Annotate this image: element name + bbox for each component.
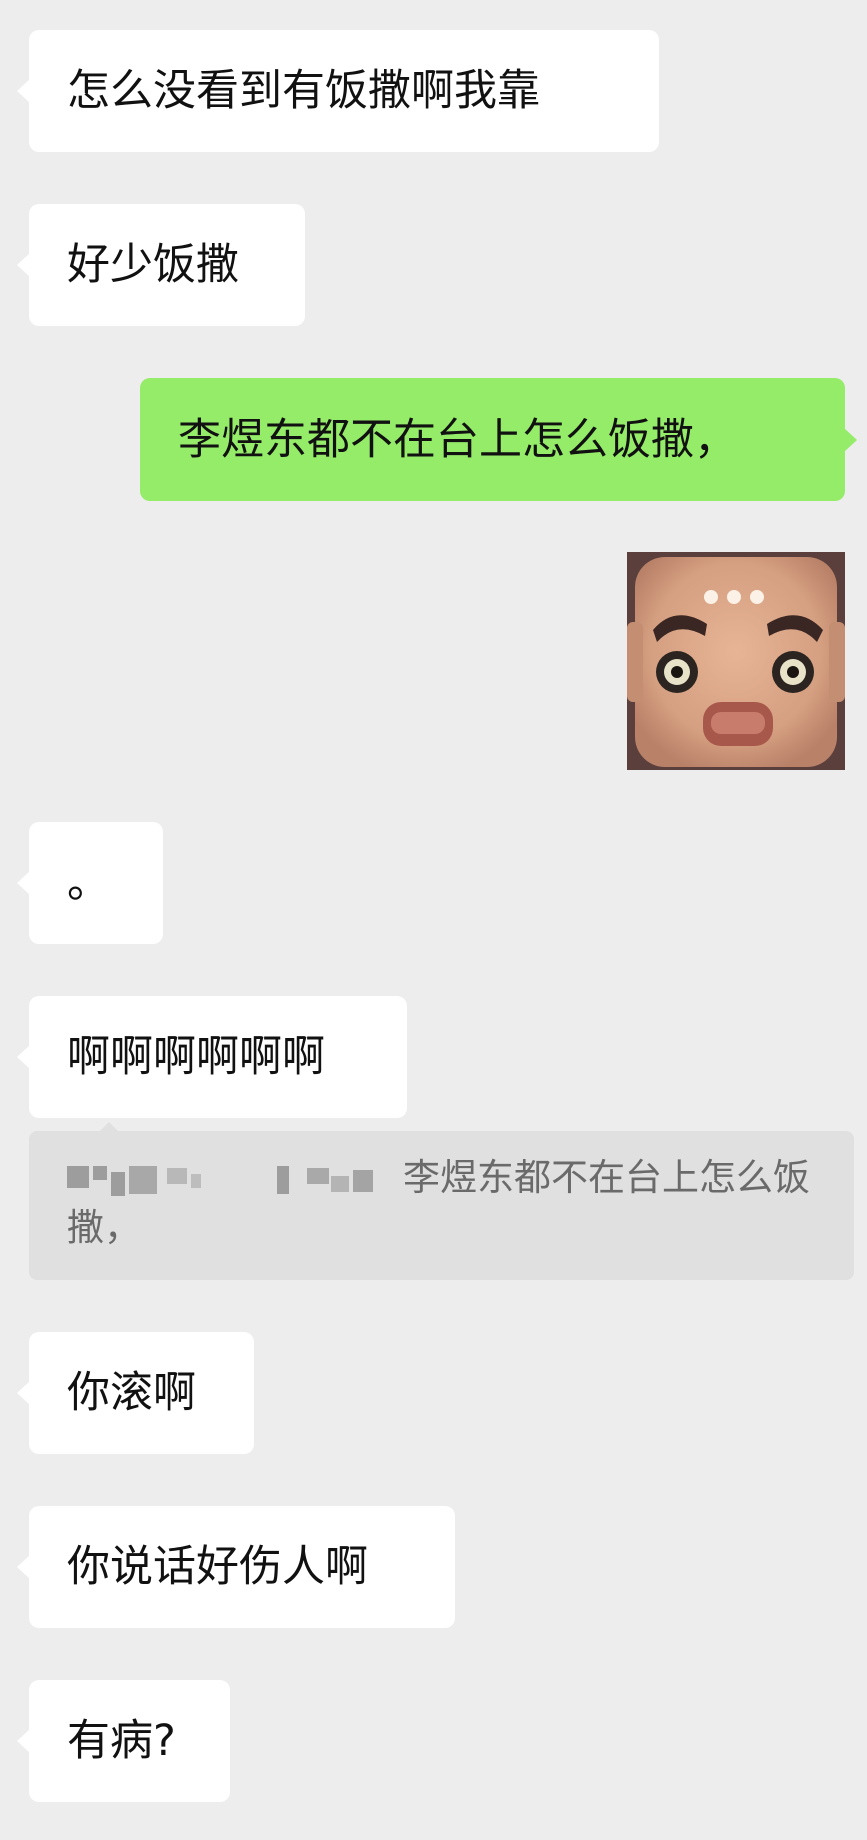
message-text: 啊啊啊啊啊啊 xyxy=(67,1032,325,1082)
message-text: 你滚啊 xyxy=(67,1368,196,1418)
message-text: 李煜东都不在台上怎么饭撒， xyxy=(178,414,737,465)
message-bubble-incoming[interactable]: 有病? xyxy=(17,1680,230,1802)
message-bubble-outgoing[interactable]: 李煜东都不在台上怎么饭撒， xyxy=(140,378,857,501)
message-text: 你说话好伤人啊 xyxy=(67,1542,368,1592)
message-text: 怎么没看到有饭撒啊我靠 xyxy=(67,66,540,116)
message-text: 有病? xyxy=(67,1716,176,1766)
message-bubble-incoming[interactable]: 。 xyxy=(17,822,163,944)
message-bubble-incoming[interactable]: 好少饭撒 xyxy=(17,204,305,326)
message-text: 好少饭撒 xyxy=(67,240,239,290)
quoted-reply[interactable]: 李煜东都不在台上怎么饭撒， xyxy=(29,1122,854,1280)
message-bubble-incoming[interactable]: 你说话好伤人啊 xyxy=(17,1506,455,1628)
message-bubble-incoming[interactable]: 怎么没看到有饭撒啊我靠 xyxy=(17,30,659,152)
cartoon-face-icon xyxy=(627,552,845,770)
message-bubble-incoming[interactable]: 你滚啊 xyxy=(17,1332,254,1454)
cartoon-face-sticker[interactable] xyxy=(627,552,845,770)
redacted-sender-name xyxy=(67,1156,387,1196)
message-bubble-incoming[interactable]: 啊啊啊啊啊啊 xyxy=(17,996,407,1118)
message-text: 。 xyxy=(67,858,110,908)
